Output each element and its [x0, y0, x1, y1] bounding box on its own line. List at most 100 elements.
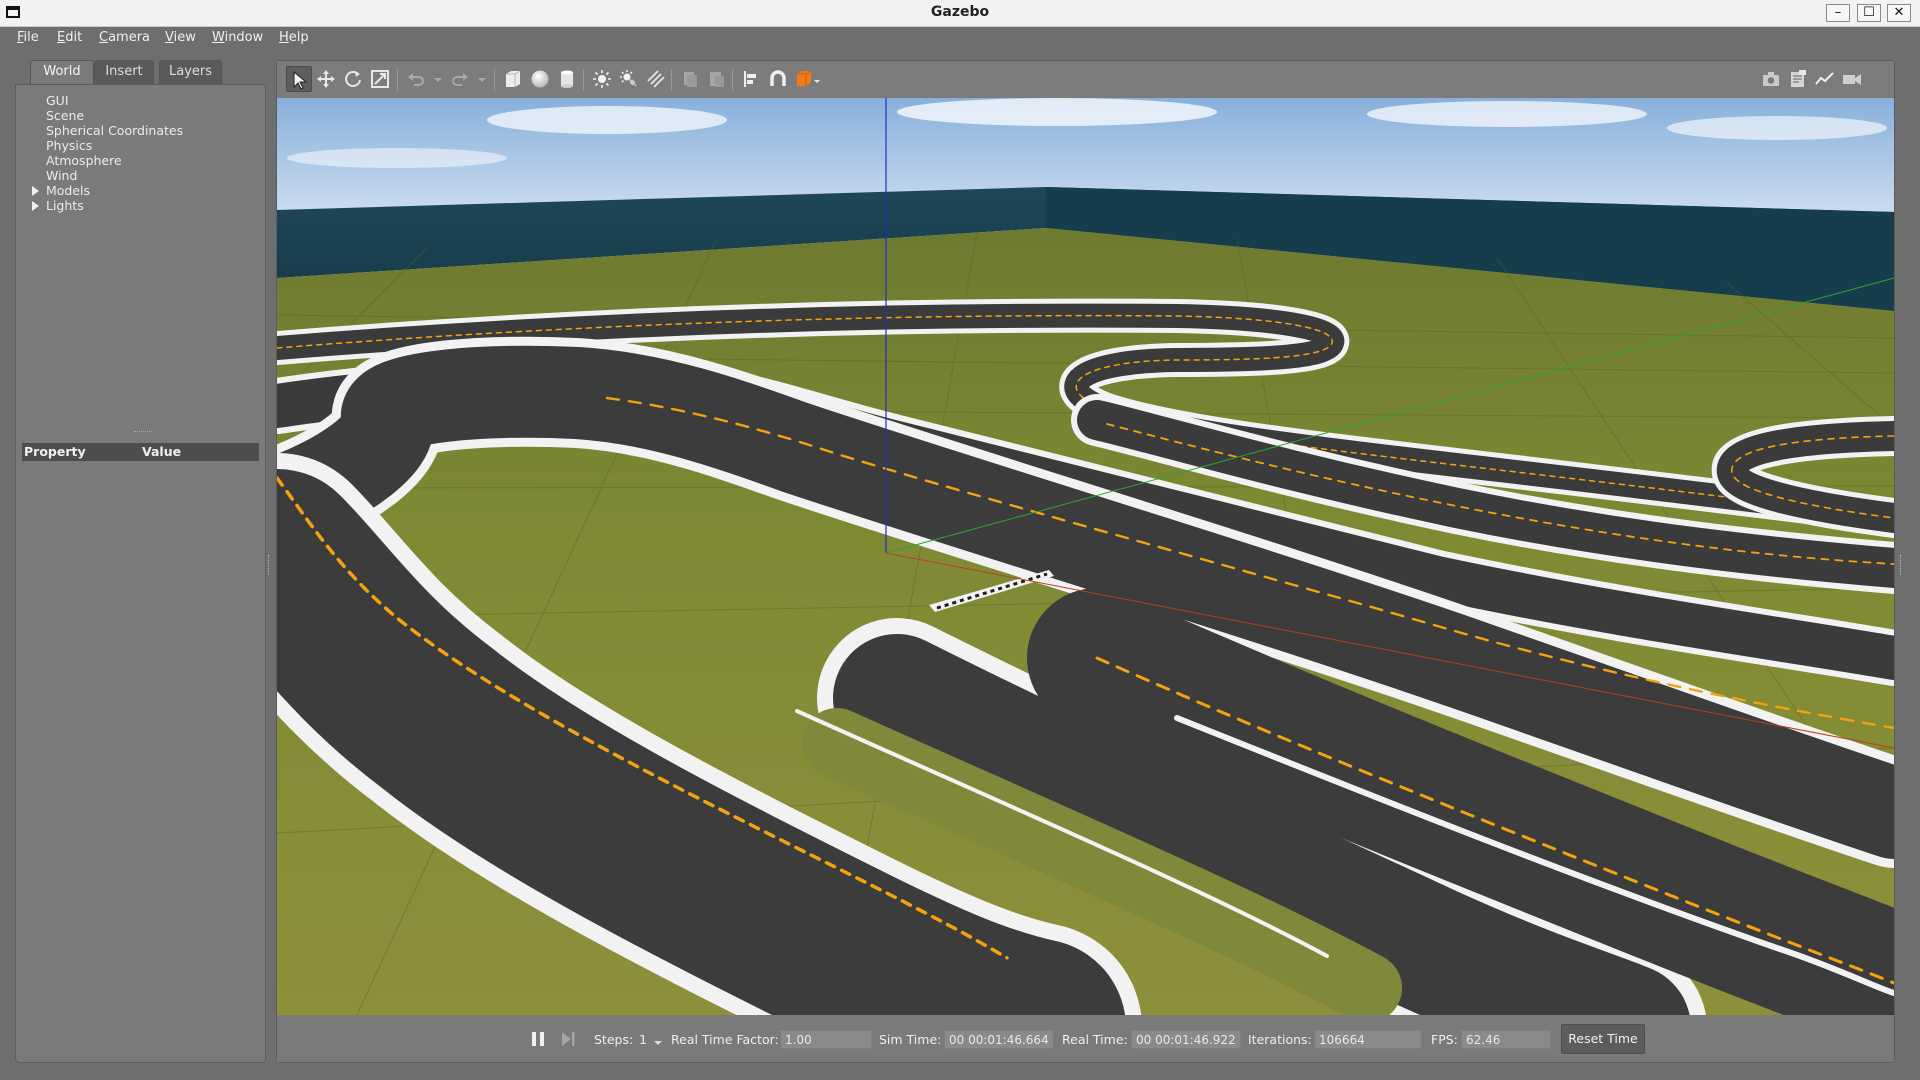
paste-icon: [710, 72, 724, 87]
tab-insert[interactable]: Insert: [94, 60, 154, 84]
window-titlebar: Gazebo – ☐ ✕: [0, 0, 1920, 27]
menu-camera-rest: amera: [108, 30, 151, 45]
move-icon: [317, 70, 335, 88]
arrow-pointer-icon: [293, 70, 308, 90]
undo-icon: [408, 73, 424, 86]
log-icon: [1791, 70, 1806, 87]
simulation-control-bar: Steps: 1 Real Time Factor: 1.00 Sim Time…: [277, 1016, 1894, 1062]
spot-light-button[interactable]: [616, 66, 642, 92]
steps-spinbox[interactable]: 1: [639, 1032, 647, 1047]
menu-help[interactable]: Help: [279, 30, 309, 45]
property-table-header: Property Value: [22, 443, 259, 461]
undo-button[interactable]: [403, 66, 429, 92]
scene-viewport[interactable]: [277, 98, 1894, 1015]
tree-item-models[interactable]: Models: [46, 183, 90, 198]
redo-history-dropdown[interactable]: [474, 66, 488, 92]
minimize-button[interactable]: –: [1826, 4, 1850, 22]
tree-item-scene[interactable]: Scene: [46, 108, 84, 123]
race-track-render[interactable]: [277, 98, 1894, 1015]
sphere-shape-button[interactable]: [527, 66, 553, 92]
tree-item-gui[interactable]: GUI: [46, 93, 69, 108]
plot-button[interactable]: [1812, 66, 1838, 92]
log-button[interactable]: [1785, 66, 1811, 92]
tree-item-spherical-coordinates[interactable]: Spherical Coordinates: [46, 123, 183, 138]
undo-history-dropdown[interactable]: [430, 66, 444, 92]
main-toolbar: [277, 61, 1894, 97]
chevron-down-icon: [434, 78, 442, 82]
directional-light-icon: [647, 70, 665, 88]
real-time-label: Real Time:: [1062, 1032, 1128, 1047]
translate-mode-button[interactable]: [313, 66, 339, 92]
tree-item-atmosphere[interactable]: Atmosphere: [46, 153, 122, 168]
menu-edit-mnemonic: E: [57, 30, 66, 45]
copy-button[interactable]: [677, 66, 703, 92]
tree-item-wind[interactable]: Wind: [46, 168, 77, 183]
world-tree-panel: GUI Scene Spherical Coordinates Physics …: [15, 84, 266, 1063]
reset-time-button[interactable]: Reset Time: [1561, 1024, 1645, 1054]
menu-view[interactable]: View: [165, 30, 196, 45]
redo-icon: [452, 73, 468, 86]
magnet-icon: [770, 70, 786, 86]
snap-button[interactable]: [765, 66, 791, 92]
window-title: Gazebo: [930, 4, 990, 20]
point-light-icon: [593, 70, 611, 88]
menu-window-rest: indow: [224, 30, 264, 45]
menu-camera[interactable]: Camera: [99, 30, 150, 45]
select-mode-button[interactable]: [286, 66, 312, 92]
record-video-button[interactable]: [1839, 66, 1865, 92]
tree-item-physics[interactable]: Physics: [46, 138, 92, 153]
close-button[interactable]: ✕: [1887, 4, 1911, 22]
menu-help-rest: elp: [288, 30, 309, 45]
paste-button[interactable]: [704, 66, 730, 92]
directional-light-button[interactable]: [643, 66, 669, 92]
menu-view-mnemonic: V: [165, 30, 174, 45]
align-button[interactable]: [738, 66, 764, 92]
scale-mode-button[interactable]: [367, 66, 393, 92]
menu-window-mnemonic: W: [212, 30, 225, 45]
real-time-factor-field: 1.00: [780, 1030, 872, 1049]
iterations-label: Iterations:: [1248, 1032, 1312, 1047]
expand-arrow-icon[interactable]: [32, 201, 39, 211]
pause-icon: [532, 1032, 544, 1046]
screenshot-button[interactable]: [1758, 66, 1784, 92]
box-shape-button[interactable]: [500, 66, 526, 92]
menu-view-rest: iew: [173, 30, 196, 45]
point-light-button[interactable]: [589, 66, 615, 92]
value-column-header[interactable]: Value: [142, 444, 181, 459]
menu-window[interactable]: Window: [212, 30, 263, 45]
rotate-mode-button[interactable]: [340, 66, 366, 92]
tab-layers[interactable]: Layers: [159, 60, 222, 84]
cylinder-icon: [561, 70, 573, 88]
right-splitter-handle[interactable]: [1900, 555, 1904, 575]
tree-item-lights[interactable]: Lights: [46, 198, 84, 213]
menu-file[interactable]: File: [17, 30, 39, 45]
sim-time-field: 00 00:01:46.664: [944, 1030, 1054, 1049]
cylinder-shape-button[interactable]: [554, 66, 580, 92]
menu-bar: File Edit Camera View Window Help: [0, 27, 1920, 49]
menu-edit[interactable]: Edit: [57, 30, 82, 45]
property-column-header[interactable]: Property: [24, 444, 86, 459]
scale-icon: [371, 70, 389, 88]
toolbar-separator: [494, 69, 495, 91]
redo-button[interactable]: [447, 66, 473, 92]
plot-icon: [1815, 72, 1834, 85]
toolbar-separator: [671, 69, 672, 91]
step-forward-icon: [562, 1032, 575, 1046]
menu-help-mnemonic: H: [279, 30, 289, 45]
real-time-field: 00 00:01:46.922: [1131, 1030, 1241, 1049]
maximize-button[interactable]: ☐: [1857, 4, 1881, 22]
chevron-down-icon: [654, 1041, 662, 1045]
real-time-factor-label: Real Time Factor:: [671, 1032, 779, 1047]
video-icon: [1843, 74, 1861, 85]
left-panel: World Insert Layers GUI Scene Spherical …: [15, 60, 266, 1063]
steps-dropdown[interactable]: [654, 1035, 662, 1050]
panel-splitter-handle[interactable]: [134, 431, 152, 434]
menu-camera-mnemonic: C: [99, 30, 109, 45]
sim-time-label: Sim Time:: [879, 1032, 942, 1047]
change-view-button[interactable]: [792, 66, 826, 92]
left-splitter-handle[interactable]: [268, 555, 272, 575]
step-button[interactable]: [559, 1030, 577, 1048]
pause-button[interactable]: [529, 1030, 547, 1048]
tab-world[interactable]: World: [30, 60, 94, 84]
expand-arrow-icon[interactable]: [32, 186, 39, 196]
